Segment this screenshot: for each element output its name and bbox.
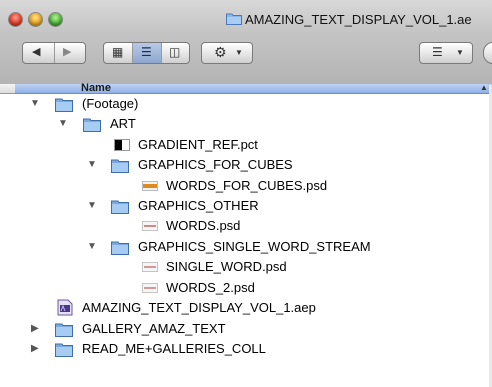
icon-view-button[interactable]: ▦	[104, 43, 132, 63]
list-item[interactable]: SINGLE_WORD.psd	[0, 257, 492, 277]
sort-ascending-icon: ▲	[480, 83, 488, 92]
list-item-label: WORDS.psd	[166, 218, 241, 233]
list-item[interactable]: ▶ GALLERY_AMAZ_TEXT	[0, 319, 492, 339]
list-view-button[interactable]: ☰	[132, 43, 161, 63]
disclosure-triangle-expanded-icon[interactable]: ▼	[87, 159, 97, 171]
list-item[interactable]: ▶ READ_ME+GALLERIES_COLL	[0, 339, 492, 359]
folder-icon	[111, 158, 129, 173]
list-item-label: GRAPHICS_OTHER	[138, 198, 259, 213]
disclosure-triangle-collapsed-icon[interactable]: ▶	[31, 323, 39, 335]
zoom-window-button[interactable]	[49, 13, 62, 26]
psd-file-icon	[142, 283, 158, 297]
arrange-menu-button[interactable]: ☰ ▼	[419, 42, 473, 64]
list-item-label: GALLERY_AMAZ_TEXT	[82, 321, 226, 336]
disclosure-triangle-collapsed-icon[interactable]: ▶	[31, 343, 39, 355]
arrange-icon: ☰	[432, 45, 443, 59]
view-mode-control: ▦ ☰ ◫	[103, 42, 190, 64]
list-item[interactable]: ▼ GRAPHICS_FOR_CUBES	[0, 155, 492, 175]
window-title: AMAZING_TEXT_DISPLAY_VOL_1.ae	[245, 12, 472, 27]
disclosure-triangle-expanded-icon[interactable]: ▼	[87, 200, 97, 212]
list-item[interactable]: ▼ GRAPHICS_SINGLE_WORD_STREAM	[0, 237, 492, 257]
list-item-label: AMAZING_TEXT_DISPLAY_VOL_1.aep	[82, 300, 316, 315]
list-item-label: WORDS_2.psd	[166, 280, 255, 295]
list-view-icon: ☰	[141, 45, 152, 59]
gear-icon: ⚙	[214, 44, 227, 60]
back-forward-control: ◀ ▶	[22, 42, 86, 64]
search-field-edge[interactable]	[483, 42, 492, 64]
back-button[interactable]: ◀	[23, 43, 54, 63]
list-item[interactable]: WORDS.psd	[0, 216, 492, 236]
folder-icon	[83, 117, 101, 132]
list-item-label: ART	[110, 116, 136, 131]
folder-icon	[111, 199, 129, 214]
folder-icon	[55, 342, 73, 357]
folder-icon	[55, 97, 73, 112]
list-item[interactable]: ▼ ART	[0, 114, 492, 134]
close-window-button[interactable]	[9, 13, 22, 26]
list-item-label: READ_ME+GALLERIES_COLL	[82, 341, 266, 356]
folder-icon	[55, 322, 73, 337]
list-item-label: WORDS_FOR_CUBES.psd	[166, 178, 328, 193]
list-item[interactable]: ▼ GRAPHICS_OTHER	[0, 196, 492, 216]
list-item-label: (Footage)	[82, 96, 139, 111]
list-item[interactable]: WORDS_2.psd	[0, 278, 492, 298]
file-list: ▼ (Footage) ▼ ART GRADIENT_REF.pct ▼ GRA…	[0, 94, 492, 387]
action-menu-button[interactable]: ⚙ ▼	[201, 42, 253, 64]
psd-file-icon	[142, 262, 158, 276]
back-arrow-icon: ◀	[32, 46, 41, 58]
chevron-down-icon: ▼	[456, 48, 464, 57]
psd-file-icon	[142, 181, 158, 195]
list-item[interactable]: AMAZING_TEXT_DISPLAY_VOL_1.aep	[0, 298, 492, 318]
chevron-down-icon: ▼	[235, 48, 243, 57]
forward-button[interactable]: ▶	[54, 43, 85, 63]
column-view-button[interactable]: ◫	[161, 43, 189, 63]
list-item-label: GRAPHICS_SINGLE_WORD_STREAM	[138, 239, 371, 254]
column-header-spacer	[0, 84, 15, 94]
forward-arrow-icon: ▶	[63, 46, 72, 58]
list-item-label: GRADIENT_REF.pct	[138, 137, 258, 152]
window-titlebar: AMAZING_TEXT_DISPLAY_VOL_1.ae ◀ ▶ ▦ ☰ ◫ …	[0, 0, 492, 85]
finder-window: AMAZING_TEXT_DISPLAY_VOL_1.ae ◀ ▶ ▦ ☰ ◫ …	[0, 0, 492, 387]
list-item[interactable]: ▼ (Footage)	[0, 94, 492, 114]
disclosure-triangle-expanded-icon[interactable]: ▼	[87, 241, 97, 253]
minimize-window-button[interactable]	[29, 13, 42, 26]
pct-file-icon	[114, 139, 130, 153]
column-view-icon: ◫	[169, 45, 181, 59]
disclosure-triangle-expanded-icon[interactable]: ▼	[30, 98, 40, 110]
disclosure-triangle-expanded-icon[interactable]: ▼	[58, 118, 68, 130]
aftereffects-project-icon	[56, 299, 73, 316]
list-item-label: SINGLE_WORD.psd	[166, 259, 287, 274]
folder-icon	[111, 240, 129, 255]
list-item[interactable]: GRADIENT_REF.pct	[0, 135, 492, 155]
list-item[interactable]: WORDS_FOR_CUBES.psd	[0, 176, 492, 196]
icon-view-icon: ▦	[112, 45, 124, 59]
title-folder-icon	[226, 12, 242, 25]
list-item-label: GRAPHICS_FOR_CUBES	[138, 157, 293, 172]
psd-file-icon	[142, 221, 158, 235]
